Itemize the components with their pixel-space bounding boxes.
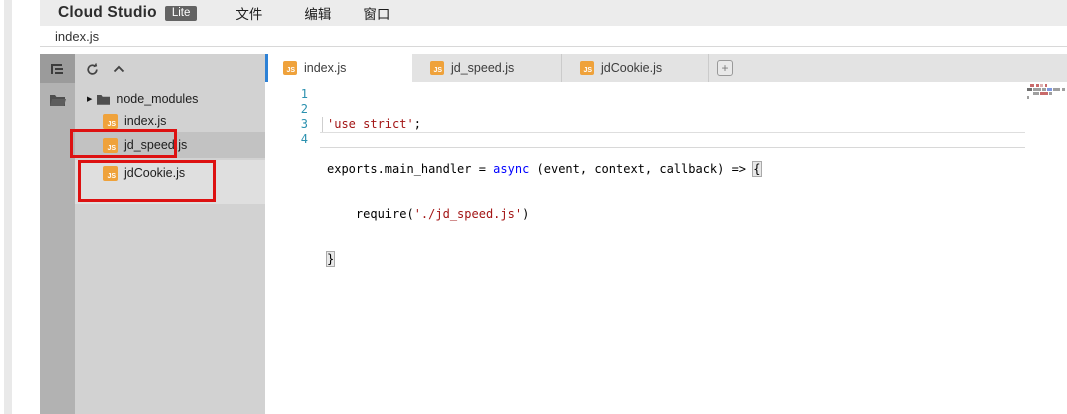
- lite-badge: Lite: [165, 6, 198, 21]
- tab-bar: JS index.js JS jd_speed.js JS jdCookie.j…: [265, 54, 1067, 82]
- menu-bar: Cloud Studio Lite 文件 编辑 窗口: [40, 0, 1067, 26]
- folder-icon: [97, 94, 110, 105]
- refresh-icon[interactable]: [86, 63, 99, 76]
- menu-item-window[interactable]: 窗口: [363, 3, 390, 23]
- editor-group: JS index.js JS jd_speed.js JS jdCookie.j…: [265, 54, 1067, 414]
- minimap-line: [1027, 96, 1065, 99]
- explorer-item-node-modules[interactable]: ▶ node_modules: [75, 88, 265, 110]
- breadcrumb-bar: index.js: [40, 26, 1067, 47]
- code-editor[interactable]: 1 2 3 4 'use strict'; exports.main_handl…: [265, 82, 1067, 414]
- outline-tree-icon: [50, 62, 65, 76]
- minimap-line: [1027, 84, 1065, 87]
- explorer-item-label: node_modules: [116, 92, 198, 106]
- minimap-line: [1027, 88, 1065, 91]
- js-file-icon: JS: [283, 61, 297, 75]
- line-number: 3: [265, 117, 308, 132]
- tab-label: index.js: [304, 61, 346, 75]
- line-number: 4: [265, 132, 308, 147]
- app-logo: Cloud Studio: [58, 4, 157, 22]
- new-tab-icon: +: [717, 60, 733, 76]
- code-content[interactable]: 'use strict'; exports.main_handler = asy…: [327, 87, 761, 297]
- js-file-icon: JS: [430, 61, 444, 75]
- main-region: ▶ node_modules JS index.js JS jd_speed.j…: [40, 54, 1067, 414]
- breadcrumb-title: index.js: [55, 29, 99, 44]
- active-tab-accent: [265, 54, 268, 82]
- code-line-1: 'use strict';: [327, 117, 761, 132]
- explorer-toolbar: [75, 54, 265, 84]
- menu-item-edit[interactable]: 编辑: [304, 3, 331, 23]
- page-left-gutter-strip: [4, 0, 12, 414]
- indent-guide: [322, 117, 323, 132]
- tab-label: jd_speed.js: [451, 61, 514, 75]
- collapse-chevron-icon[interactable]: [113, 65, 125, 73]
- new-tab-button[interactable]: +: [709, 54, 741, 82]
- folder-icon: [50, 94, 66, 106]
- tab-jdcookie-js[interactable]: JS jdCookie.js: [562, 54, 709, 82]
- js-file-icon: JS: [580, 61, 594, 75]
- cloud-studio-window: Cloud Studio Lite 文件 编辑 窗口 index.js: [0, 0, 1067, 414]
- annotation-box-jd-speed: [70, 129, 177, 158]
- line-number: 1: [265, 87, 308, 102]
- minimap[interactable]: [1027, 84, 1065, 100]
- code-line-2: exports.main_handler = async (event, con…: [327, 162, 761, 177]
- tab-jd-speed-js[interactable]: JS jd_speed.js: [412, 54, 562, 82]
- minimap-line: [1027, 92, 1065, 95]
- code-line-4: }: [327, 252, 761, 267]
- menu-item-file[interactable]: 文件: [235, 3, 262, 23]
- file-explorer-panel: ▶ node_modules JS index.js JS jd_speed.j…: [75, 54, 265, 414]
- line-number: 2: [265, 102, 308, 117]
- activitybar-item-files[interactable]: [40, 83, 75, 117]
- activity-bar: [40, 54, 75, 414]
- tab-index-js[interactable]: JS index.js: [265, 54, 412, 82]
- activitybar-item-outline[interactable]: [40, 54, 75, 83]
- line-number-gutter: 1 2 3 4: [265, 87, 308, 147]
- annotation-box-jdcookie: [78, 160, 216, 202]
- explorer-item-label: index.js: [124, 114, 166, 128]
- twistie-arrow-icon[interactable]: ▶: [87, 95, 92, 103]
- tab-label: jdCookie.js: [601, 61, 662, 75]
- js-file-icon: JS: [103, 114, 118, 129]
- app-frame: Cloud Studio Lite 文件 编辑 窗口 index.js: [40, 0, 1067, 414]
- code-line-3: require('./jd_speed.js'): [327, 207, 761, 222]
